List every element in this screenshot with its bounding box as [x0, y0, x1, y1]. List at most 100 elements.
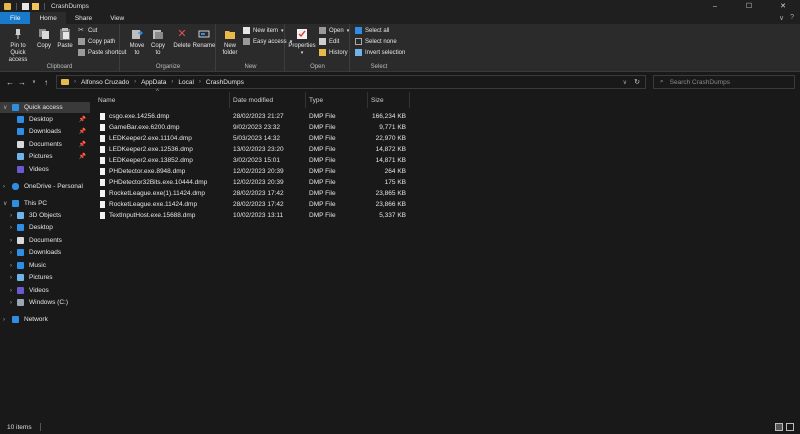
address-bar[interactable]: › Alfonso Cruzado › AppData › Local › Cr… — [56, 75, 646, 89]
copy-to-button[interactable]: Copy to — [149, 27, 167, 57]
sidebar-item-documents-pc[interactable]: › Documents — [0, 235, 90, 246]
file-row[interactable]: PHDetector.exe.8948.dmp 12/02/2023 20:39… — [92, 166, 422, 177]
invert-selection-button[interactable]: Invert selection — [355, 49, 405, 56]
history-button[interactable]: History — [319, 49, 348, 56]
properties-button[interactable]: Properties ▾ — [288, 27, 316, 57]
breadcrumb-separator[interactable]: › — [171, 79, 173, 85]
chevron-right-icon[interactable]: › — [10, 238, 12, 244]
chevron-down-icon[interactable]: ∨ — [3, 200, 7, 207]
breadcrumb-crashdumps[interactable]: CrashDumps — [206, 79, 244, 86]
search-input[interactable] — [669, 78, 790, 86]
sidebar-item-music[interactable]: › Music — [0, 260, 90, 271]
sidebar-item-onedrive[interactable]: › OneDrive - Personal — [0, 181, 90, 192]
file-row[interactable]: csgo.exe.14256.dmp 28/02/2023 21:27 DMP … — [92, 111, 422, 122]
file-row[interactable]: RocketLeague.exe(1).11424.dmp 28/02/2023… — [92, 188, 422, 199]
cut-button[interactable]: ✂ Cut — [78, 27, 97, 34]
chevron-right-icon[interactable]: › — [10, 263, 12, 269]
maximize-button[interactable]: ☐ — [732, 0, 766, 12]
sidebar-item-videos-pc[interactable]: › Videos — [0, 285, 90, 296]
address-dropdown-button[interactable]: ∨ — [623, 79, 627, 86]
sidebar-item-pictures[interactable]: Pictures 📌 — [0, 151, 90, 162]
tab-home[interactable]: Home — [30, 12, 66, 24]
rename-button[interactable]: Rename — [193, 27, 215, 50]
file-type: DMP File — [309, 157, 336, 164]
close-button[interactable]: ✕ — [766, 0, 800, 12]
breadcrumb-local[interactable]: Local — [178, 79, 194, 86]
file-row[interactable]: PHDetector32Bits.exe.10444.dmp 12/02/202… — [92, 177, 422, 188]
chevron-down-icon[interactable]: ∨ — [3, 104, 7, 111]
breadcrumb-separator[interactable]: › — [134, 79, 136, 85]
sidebar-item-label: 3D Objects — [29, 212, 62, 219]
paste-button[interactable]: Paste — [56, 27, 74, 50]
ribbon-tabs: File Home Share View ∨ ? — [0, 12, 800, 24]
chevron-right-icon[interactable]: › — [10, 300, 12, 306]
file-row[interactable]: LEDKeeper2.exe.11104.dmp 5/03/2023 14:32… — [92, 133, 422, 144]
up-button[interactable]: ↑ — [40, 78, 52, 87]
sidebar-item-desktop-pc[interactable]: › Desktop — [0, 222, 90, 233]
sidebar-item-this-pc[interactable]: ∨ This PC — [0, 198, 90, 209]
window-controls: – ☐ ✕ — [698, 0, 800, 12]
file-row[interactable]: RocketLeague.exe.11424.dmp 28/02/2023 17… — [92, 199, 422, 210]
file-row[interactable]: LEDKeeper2.exe.12536.dmp 13/02/2023 23:2… — [92, 144, 422, 155]
back-button[interactable]: ← — [4, 78, 16, 87]
chevron-right-icon[interactable]: › — [10, 225, 12, 231]
sidebar-item-3d-objects[interactable]: › 3D Objects — [0, 210, 90, 221]
select-none-button[interactable]: Select none — [355, 38, 397, 45]
minimize-button[interactable]: – — [698, 0, 732, 12]
expand-ribbon-icon[interactable]: ∨ — [779, 14, 784, 22]
search-box[interactable]: ⌕ — [653, 75, 795, 89]
breadcrumb-separator[interactable]: › — [199, 79, 201, 85]
new-folder-button[interactable]: New folder — [220, 27, 240, 57]
file-row[interactable]: LEDKeeper2.exe.13852.dmp 3/02/2023 15:01… — [92, 155, 422, 166]
open-button[interactable]: Open ▾ — [319, 27, 349, 34]
details-view-icon[interactable] — [775, 423, 783, 431]
breadcrumb-appdata[interactable]: AppData — [141, 79, 166, 86]
recent-locations-button[interactable]: ∨ — [28, 79, 40, 85]
sidebar-item-downloads[interactable]: Downloads 📌 — [0, 126, 90, 137]
help-icon[interactable]: ? — [790, 14, 794, 22]
chevron-right-icon[interactable]: › — [10, 275, 12, 281]
properties-icon[interactable] — [22, 2, 29, 10]
easy-access-button[interactable]: Easy access ▾ — [243, 38, 292, 45]
file-row[interactable]: TextInputHost.exe.15688.dmp 10/02/2023 1… — [92, 210, 422, 221]
copy-path-button[interactable]: Copy path — [78, 38, 115, 45]
pin-to-quick-access-button[interactable]: Pin to Quick access — [3, 27, 33, 64]
breadcrumb-user[interactable]: Alfonso Cruzado — [81, 79, 129, 86]
folder-icon[interactable] — [4, 2, 11, 10]
refresh-button[interactable]: ↻ — [634, 78, 640, 86]
select-all-button[interactable]: Select all — [355, 27, 389, 34]
sidebar-item-desktop[interactable]: Desktop 📌 — [0, 114, 90, 125]
move-to-button[interactable]: Move to — [128, 27, 146, 57]
sidebar-item-quick-access[interactable]: ∨ Quick access — [0, 102, 90, 113]
tab-view[interactable]: View — [101, 12, 133, 24]
sidebar-item-documents[interactable]: Documents 📌 — [0, 139, 90, 150]
chevron-right-icon[interactable]: › — [10, 213, 12, 219]
sidebar-item-windows-c[interactable]: › Windows (C:) — [0, 297, 90, 308]
edit-button[interactable]: Edit — [319, 38, 339, 45]
sidebar-item-pictures-pc[interactable]: › Pictures — [0, 272, 90, 283]
new-item-button[interactable]: New item ▾ — [243, 27, 284, 34]
column-header-date-modified[interactable]: Date modified — [230, 92, 306, 108]
file-row[interactable]: GameBar.exe.6200.dmp 9/02/2023 23:32 DMP… — [92, 122, 422, 133]
sidebar-item-downloads-pc[interactable]: › Downloads — [0, 247, 90, 258]
copy-button[interactable]: Copy — [36, 27, 52, 50]
large-icons-view-icon[interactable] — [786, 423, 794, 431]
tab-file[interactable]: File — [0, 12, 31, 24]
paste-shortcut-button[interactable]: Paste shortcut — [78, 49, 126, 56]
chevron-right-icon[interactable]: › — [3, 184, 5, 190]
forward-button[interactable]: → — [16, 78, 28, 87]
delete-button[interactable]: ✕ Delete — [173, 27, 191, 50]
file-name: RocketLeague.exe(1).11424.dmp — [109, 190, 205, 197]
sidebar-item-videos[interactable]: Videos — [0, 164, 90, 175]
column-header-name[interactable]: Name ^ — [92, 89, 230, 108]
chevron-right-icon[interactable]: › — [3, 317, 5, 323]
column-header-size[interactable]: Size — [368, 92, 410, 108]
tab-share[interactable]: Share — [66, 12, 101, 24]
file-date: 9/02/2023 23:32 — [233, 124, 280, 131]
new-folder-icon[interactable] — [32, 2, 39, 10]
chevron-right-icon[interactable]: › — [10, 250, 12, 256]
chevron-right-icon[interactable]: › — [10, 288, 12, 294]
file-list: Name ^ Date modified Type Size csgo.exe.… — [92, 89, 800, 418]
sidebar-item-network[interactable]: › Network — [0, 314, 90, 325]
column-header-type[interactable]: Type — [306, 92, 368, 108]
